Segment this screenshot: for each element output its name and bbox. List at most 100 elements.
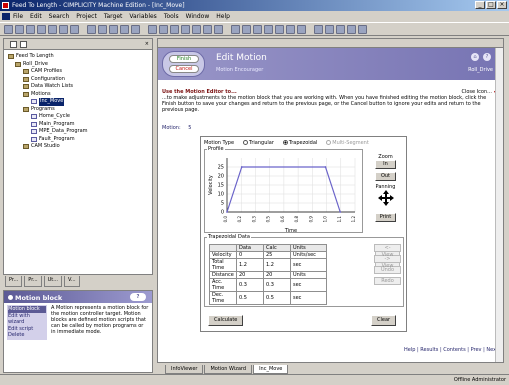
zoom-out-button[interactable]: Out: [375, 172, 396, 181]
home-icon[interactable]: [275, 25, 284, 34]
tab-properties[interactable]: Pr...: [24, 276, 42, 287]
close-icon[interactable]: ×: [145, 41, 149, 47]
print-button[interactable]: Print: [375, 213, 396, 222]
tree-node-mpe-data[interactable]: MPE_Data_Program: [6, 128, 150, 136]
maximize-button[interactable]: □: [486, 1, 496, 9]
help-icon[interactable]: ?: [483, 53, 491, 61]
tree-node-cam-profiles[interactable]: CAM Profiles: [6, 68, 150, 76]
tab-motion-wizard[interactable]: Motion Wizard: [204, 365, 253, 374]
tab-project[interactable]: Pr...: [5, 276, 23, 287]
stop-icon[interactable]: [253, 25, 262, 34]
inspector-icon[interactable]: [159, 25, 168, 34]
pan-arrows-icon[interactable]: [377, 190, 394, 206]
tree-node-configuration[interactable]: Configuration: [6, 76, 150, 84]
y-axis-label: Velocity: [208, 175, 214, 195]
run-icon[interactable]: [336, 25, 345, 34]
expand-icon[interactable]: [10, 40, 17, 48]
tree-node-cam-studio[interactable]: CAM Studio: [6, 143, 150, 151]
menu-help[interactable]: Help: [216, 13, 230, 22]
data-cell[interactable]: 0.3: [236, 278, 264, 292]
paste-icon[interactable]: [109, 25, 118, 34]
data-cell[interactable]: 1.2: [236, 258, 264, 272]
menu-project[interactable]: Project: [76, 13, 97, 22]
finish-button[interactable]: Finish: [169, 55, 199, 63]
tree-node-motions[interactable]: Motions: [6, 91, 150, 99]
data-cell[interactable]: 0.5: [236, 291, 264, 305]
feedback-icon[interactable]: [170, 25, 179, 34]
delete-icon[interactable]: [120, 25, 129, 34]
tab-utilities[interactable]: Ut...: [43, 276, 62, 287]
menu-file[interactable]: File: [13, 13, 23, 22]
tab-infoviewer[interactable]: InfoViewer: [165, 365, 204, 374]
tree-node-home-cycle[interactable]: Home_Cycle: [6, 113, 150, 121]
close-button[interactable]: ×: [497, 1, 507, 9]
toolchest-icon[interactable]: [203, 25, 212, 34]
infoviewer-icon[interactable]: [192, 25, 201, 34]
back-icon[interactable]: [231, 25, 240, 34]
companion-icon[interactable]: [181, 25, 190, 34]
cancel-button[interactable]: Cancel: [169, 65, 199, 73]
zoom-in-button[interactable]: In: [375, 160, 396, 169]
menu-target[interactable]: Target: [104, 13, 123, 22]
menu-tools[interactable]: Tools: [164, 13, 179, 22]
panning-label: Panning: [375, 184, 396, 190]
table-row: Total Time 1.2 1.2 sec: [209, 258, 327, 272]
document-topbar: [158, 39, 503, 48]
collapse-icon[interactable]: [20, 40, 27, 48]
download-icon[interactable]: [70, 25, 79, 34]
new-icon[interactable]: [4, 25, 13, 34]
check-icon[interactable]: [48, 25, 57, 34]
offline-icon[interactable]: [325, 25, 334, 34]
tree-node-main-program[interactable]: Main_Program: [6, 121, 150, 129]
forward-icon[interactable]: [242, 25, 251, 34]
cut-icon[interactable]: [87, 25, 96, 34]
redo-button[interactable]: Redo: [374, 277, 401, 285]
home-icon[interactable]: ⌂: [471, 53, 479, 61]
clear-button[interactable]: Clear: [371, 315, 397, 326]
menu-variables[interactable]: Variables: [129, 13, 156, 22]
open-icon[interactable]: [15, 25, 24, 34]
help-link-delete[interactable]: Delete: [8, 332, 46, 339]
tab-variables[interactable]: V...: [63, 276, 80, 287]
undo-icon[interactable]: [131, 25, 140, 34]
footer-links[interactable]: Help | Results | Contents | Prev | Next: [404, 347, 498, 353]
search-icon[interactable]: [286, 25, 295, 34]
print-icon[interactable]: [37, 25, 46, 34]
tree-node-target[interactable]: Roll_Drive: [6, 61, 150, 69]
help-icon[interactable]: ?: [130, 293, 146, 301]
refresh-icon[interactable]: [264, 25, 273, 34]
online-icon[interactable]: [314, 25, 323, 34]
copy-icon[interactable]: [98, 25, 107, 34]
radio-triangular[interactable]: Triangular: [243, 140, 274, 146]
menu-window[interactable]: Window: [186, 13, 210, 22]
save-icon[interactable]: [26, 25, 35, 34]
tree-node-programs[interactable]: Programs: [6, 106, 150, 114]
next-view-button[interactable]: -> View: [374, 255, 401, 270]
calculate-button[interactable]: Calculate: [208, 315, 244, 326]
data-cell[interactable]: 20: [236, 271, 264, 279]
help-link-edit-wizard[interactable]: Edit with wizard: [8, 313, 46, 326]
data-cell[interactable]: 0: [236, 251, 264, 259]
menu-search[interactable]: Search: [49, 13, 70, 22]
undo-button[interactable]: Undo: [374, 266, 401, 274]
prev-view-button[interactable]: <- View: [374, 244, 401, 259]
tree-node-data-watch[interactable]: Data Watch Lists: [6, 83, 150, 91]
minimize-button[interactable]: _: [475, 1, 485, 9]
stop-run-icon[interactable]: [347, 25, 356, 34]
navigator-icon[interactable]: [148, 25, 157, 34]
radio-multi-segment[interactable]: Multi-Segment: [326, 140, 369, 146]
tab-inc-move[interactable]: Inc_Move: [253, 365, 289, 374]
validate-icon[interactable]: [59, 25, 68, 34]
motion-icon: [31, 99, 37, 105]
tree-node-project[interactable]: Feed To Length: [6, 53, 150, 61]
favorites-icon[interactable]: [297, 25, 306, 34]
wizard-icon[interactable]: [358, 25, 367, 34]
radio-trapezoidal[interactable]: Trapezoidal: [282, 140, 317, 146]
tree-node-fault-program[interactable]: Fault_Program: [6, 136, 150, 144]
dataview-icon[interactable]: [214, 25, 223, 34]
tree-node-inc-move[interactable]: Inc_Move: [6, 98, 150, 106]
menu-edit[interactable]: Edit: [30, 13, 42, 22]
close-instructions-link[interactable]: Close Icon... ♣: [461, 89, 498, 95]
vertical-scrollbar[interactable]: [495, 48, 503, 362]
menu-bar: File Edit Search Project Target Variable…: [0, 11, 509, 22]
